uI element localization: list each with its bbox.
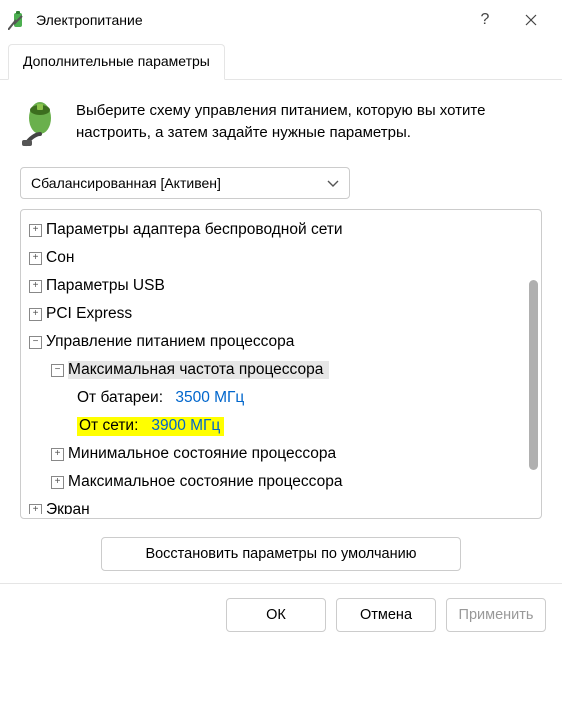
tab-advanced[interactable]: Дополнительные параметры (8, 44, 225, 80)
close-icon (525, 14, 537, 26)
leaf-value[interactable]: 3500 МГц (175, 389, 244, 407)
cancel-button[interactable]: Отмена (336, 598, 436, 632)
help-icon: ? (481, 11, 490, 29)
tree-item-display[interactable]: + Экран (29, 496, 527, 514)
power-plug-icon (20, 100, 60, 151)
expand-icon[interactable]: + (29, 308, 42, 321)
close-button[interactable] (508, 0, 554, 40)
ok-button[interactable]: ОК (226, 598, 326, 632)
expand-icon[interactable]: + (29, 280, 42, 293)
leaf-label: От батареи: (77, 389, 163, 407)
tab-strip: Дополнительные параметры (0, 40, 562, 80)
tree-item-sleep[interactable]: + Сон (29, 244, 527, 272)
tree-label: Параметры адаптера беспроводной сети (46, 221, 343, 239)
button-label: Применить (459, 607, 534, 623)
expand-icon[interactable]: + (29, 504, 42, 515)
restore-defaults-button[interactable]: Восстановить параметры по умолчанию (101, 537, 461, 571)
titlebar: Электропитание ? (0, 0, 562, 40)
tree-label: Управление питанием процессора (46, 333, 294, 351)
tree-item-cpu-max-state[interactable]: + Максимальное состояние процессора (29, 468, 527, 496)
button-label: ОК (266, 607, 286, 623)
power-plan-dropdown[interactable]: Сбалансированная [Активен] (20, 167, 350, 199)
tree-leaf-on-battery[interactable]: От батареи: 3500 МГц (29, 384, 527, 412)
intro-text: Выберите схему управления питанием, кото… (76, 100, 542, 151)
tree-label: Экран (46, 501, 90, 514)
tree-item-pci-express[interactable]: + PCI Express (29, 300, 527, 328)
tree-item-cpu-max-freq[interactable]: − Максимальная частота процессора (29, 356, 527, 384)
scrollbar-thumb[interactable] (529, 280, 538, 470)
dialog-footer: ОК Отмена Применить (0, 583, 562, 646)
power-plan-selected: Сбалансированная [Активен] (31, 175, 221, 191)
tree-item-wireless[interactable]: + Параметры адаптера беспроводной сети (29, 216, 527, 244)
apply-button[interactable]: Применить (446, 598, 546, 632)
dialog-content: Выберите схему управления питанием, кото… (0, 80, 562, 583)
power-battery-icon (8, 10, 28, 30)
expand-icon[interactable]: + (51, 476, 64, 489)
tree-leaf-plugged-in[interactable]: От сети: 3900 МГц (29, 412, 527, 440)
tree-item-cpu-min-state[interactable]: + Минимальное состояние процессора (29, 440, 527, 468)
tree-label: Минимальное состояние процессора (68, 445, 336, 463)
window-title: Электропитание (36, 12, 143, 28)
tree-item-cpu-power[interactable]: − Управление питанием процессора (29, 328, 527, 356)
settings-tree: + Параметры адаптера беспроводной сети +… (20, 209, 542, 519)
help-button[interactable]: ? (462, 0, 508, 40)
leaf-value[interactable]: 3900 МГц (151, 417, 220, 434)
tree-item-usb[interactable]: + Параметры USB (29, 272, 527, 300)
tree-label: Сон (46, 249, 74, 267)
leaf-label: От сети: (79, 417, 138, 434)
tree-label: Максимальное состояние процессора (68, 473, 342, 491)
tab-label: Дополнительные параметры (23, 53, 210, 69)
expand-icon[interactable]: + (29, 252, 42, 265)
button-label: Восстановить параметры по умолчанию (145, 546, 416, 562)
intro-row: Выберите схему управления питанием, кото… (20, 100, 542, 151)
collapse-icon[interactable]: − (29, 336, 42, 349)
tree-label: Максимальная частота процессора (68, 361, 329, 379)
chevron-down-icon (327, 175, 339, 191)
button-label: Отмена (360, 607, 412, 623)
tree-label: Параметры USB (46, 277, 165, 295)
collapse-icon[interactable]: − (51, 364, 64, 377)
tree-label: PCI Express (46, 305, 132, 323)
expand-icon[interactable]: + (29, 224, 42, 237)
expand-icon[interactable]: + (51, 448, 64, 461)
